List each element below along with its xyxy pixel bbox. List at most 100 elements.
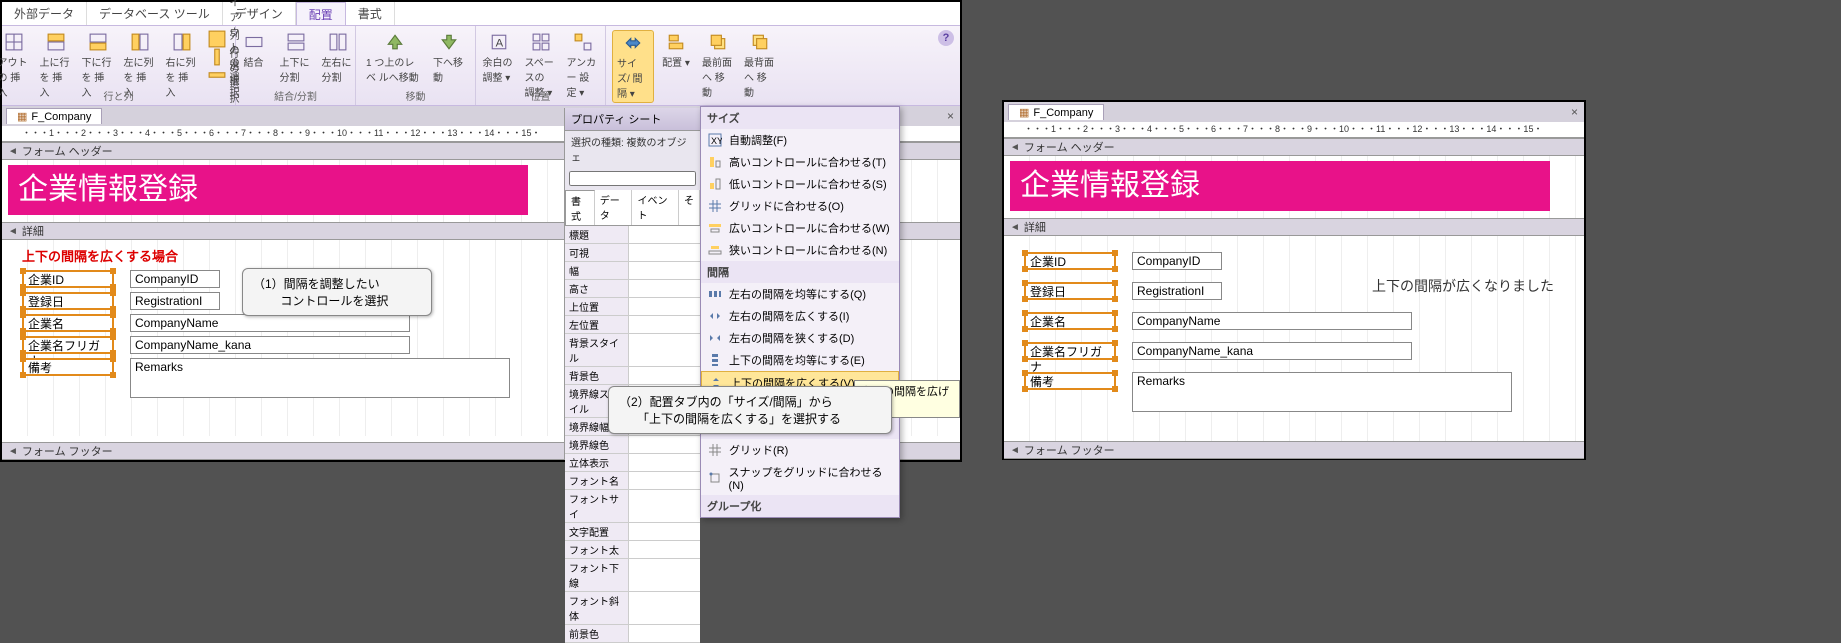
tab-arrange[interactable]: 配置 [296,2,346,25]
form-icon: ▦ [17,110,27,123]
prop-tab-data[interactable]: データ [595,190,633,225]
prop-object-select[interactable] [569,171,696,186]
margin-button[interactable]: A余白の 調整 ▾ [479,30,519,86]
dd-togrid[interactable]: グリッドに合わせる(O) [701,195,899,217]
field-company-kana[interactable]: CompanyName_kana [1132,342,1412,360]
dd-narrowest[interactable]: 狭いコントロールに合わせる(N) [701,239,899,261]
tab-dbtools[interactable]: データベース ツール [87,2,223,25]
prop-row[interactable]: 上位置 [565,298,700,316]
form-detail-canvas[interactable]: 企業ID 登録日 企業名 企業名フリガナ 備考 CompanyID Regist… [1004,236,1584,441]
help-icon[interactable]: ? [938,30,954,46]
prop-row[interactable]: 左位置 [565,316,700,334]
move-down-button[interactable]: 下へ移動 [429,30,469,86]
split-h-icon [328,32,348,52]
prop-row[interactable]: フォント斜体 [565,592,700,625]
prop-tab-event[interactable]: イベント [632,190,679,225]
label-company-kana[interactable]: 企業名フリガナ [1024,342,1116,360]
prop-row[interactable]: 背景色 [565,367,700,385]
field-company-id[interactable]: CompanyID [130,270,220,288]
doc-tab[interactable]: ▦F_Company [6,108,102,124]
form-title[interactable]: 企業情報登録 [8,165,528,215]
row-above-icon [46,32,66,52]
tab-format[interactable]: 書式 [346,2,395,25]
group-move-label: 移動 [356,88,475,103]
prop-row[interactable]: 標題 [565,226,700,244]
group-merge-label: 結合/分割 [236,88,355,103]
arrow-down-icon [439,32,459,52]
dd-h-inc[interactable]: 左右の間隔を広くする(I) [701,305,899,327]
prop-tab-other[interactable]: そ [679,190,700,225]
close-icon[interactable]: × [1571,105,1578,119]
field-company-kana[interactable]: CompanyName_kana [130,336,410,354]
prop-row[interactable]: 境界線色 [565,436,700,454]
dd-h-dec[interactable]: 左右の間隔を狭くする(D) [701,327,899,349]
prop-row[interactable]: フォント名 [565,472,700,490]
dd-v-equal[interactable]: 上下の間隔を均等にする(E) [701,349,899,371]
field-company-name[interactable]: CompanyName [1132,312,1412,330]
red-note: 上下の間隔を広くする場合 [22,246,178,265]
group-rowcol-label: 行と列 [2,88,235,103]
doc-tab[interactable]: ▦F_Company [1008,104,1104,120]
section-toggle-icon: ◄ [1010,142,1020,153]
tab-external[interactable]: 外部データ [2,2,87,25]
dd-grid-show[interactable]: グリッド(R) [701,439,899,461]
dd-h-equal[interactable]: 左右の間隔を均等にする(Q) [701,283,899,305]
dd-head-size: サイズ [701,107,899,129]
dd-head-group: グループ化 [701,495,899,517]
field-company-name[interactable]: CompanyName [130,314,410,332]
label-company-kana[interactable]: 企業名フリガナ [22,336,114,354]
prop-row[interactable]: 立体表示 [565,454,700,472]
close-icon[interactable]: × [947,109,954,123]
prop-row[interactable]: 背景スタイル [565,334,700,367]
align-button[interactable]: 配置 ▾ [656,30,696,71]
merge-button[interactable]: 結合 [234,30,274,71]
prop-row[interactable]: 可視 [565,244,700,262]
label-reg-date[interactable]: 登録日 [1024,282,1116,300]
prop-row[interactable]: 幅 [565,262,700,280]
prop-row[interactable]: フォント下線 [565,559,700,592]
label-company-id[interactable]: 企業ID [22,270,114,288]
size-space-button[interactable]: サイズ/ 間隔 ▾ [612,30,654,103]
grid-show-icon [707,442,723,458]
prop-rows: 標題 可視 幅 高さ 上位置 左位置 背景スタイル 背景色 境界線スタイル 境界… [565,226,700,643]
prop-row[interactable]: フォント太 [565,541,700,559]
field-reg-date[interactable]: RegistrationI [1132,282,1222,300]
label-remarks[interactable]: 備考 [1024,372,1116,390]
prop-row[interactable]: 文字配置 [565,523,700,541]
field-reg-date[interactable]: RegistrationI [130,292,220,310]
label-remarks[interactable]: 備考 [22,358,114,376]
section-detail-bar[interactable]: ◄詳細 [1004,218,1584,236]
dd-shortest[interactable]: 低いコントロールに合わせる(S) [701,173,899,195]
field-remarks[interactable]: Remarks [130,358,510,398]
send-back-button[interactable]: 最背面へ 移動 [740,30,780,101]
prop-row[interactable]: フォントサイ [565,490,700,523]
form-title[interactable]: 企業情報登録 [1010,161,1550,211]
split-v-button[interactable]: 上下に 分割 [276,30,316,86]
dd-autofit[interactable]: XY自動調整(F) [701,129,899,151]
dd-tallest[interactable]: 高いコントロールに合わせる(T) [701,151,899,173]
label-company-name[interactable]: 企業名 [1024,312,1116,330]
section-header-bar[interactable]: ◄フォーム ヘッダー [1004,138,1584,156]
split-h-button[interactable]: 左右に 分割 [318,30,358,86]
h-dec-icon [707,330,723,346]
prop-tab-format[interactable]: 書式 [565,190,595,225]
section-toggle-icon: ◄ [1010,445,1020,456]
section-detail-label: 詳細 [22,223,44,239]
label-reg-date[interactable]: 登録日 [22,292,114,310]
dd-snap[interactable]: スナップをグリッドに合わせる(N) [701,461,899,495]
field-remarks[interactable]: Remarks [1132,372,1512,412]
prop-row[interactable]: 前景色 [565,625,700,643]
dd-widest[interactable]: 広いコントロールに合わせる(W) [701,217,899,239]
size-space-icon [623,33,643,53]
move-up-button[interactable]: 1 つ上のレベ ルへ移動 [362,30,427,86]
shortest-icon [707,176,723,192]
label-company-id[interactable]: 企業ID [1024,252,1116,270]
dd-head-space: 間隔 [701,261,899,283]
callout-1: （1）間隔を調整したい コントロールを選択 [242,268,432,316]
form-header-canvas[interactable]: 企業情報登録 [1004,156,1584,218]
bring-front-button[interactable]: 最前面へ 移動 [698,30,738,101]
section-footer-bar[interactable]: ◄フォーム フッター [1004,441,1584,459]
field-company-id[interactable]: CompanyID [1132,252,1222,270]
prop-row[interactable]: 高さ [565,280,700,298]
label-company-name[interactable]: 企業名 [22,314,114,332]
